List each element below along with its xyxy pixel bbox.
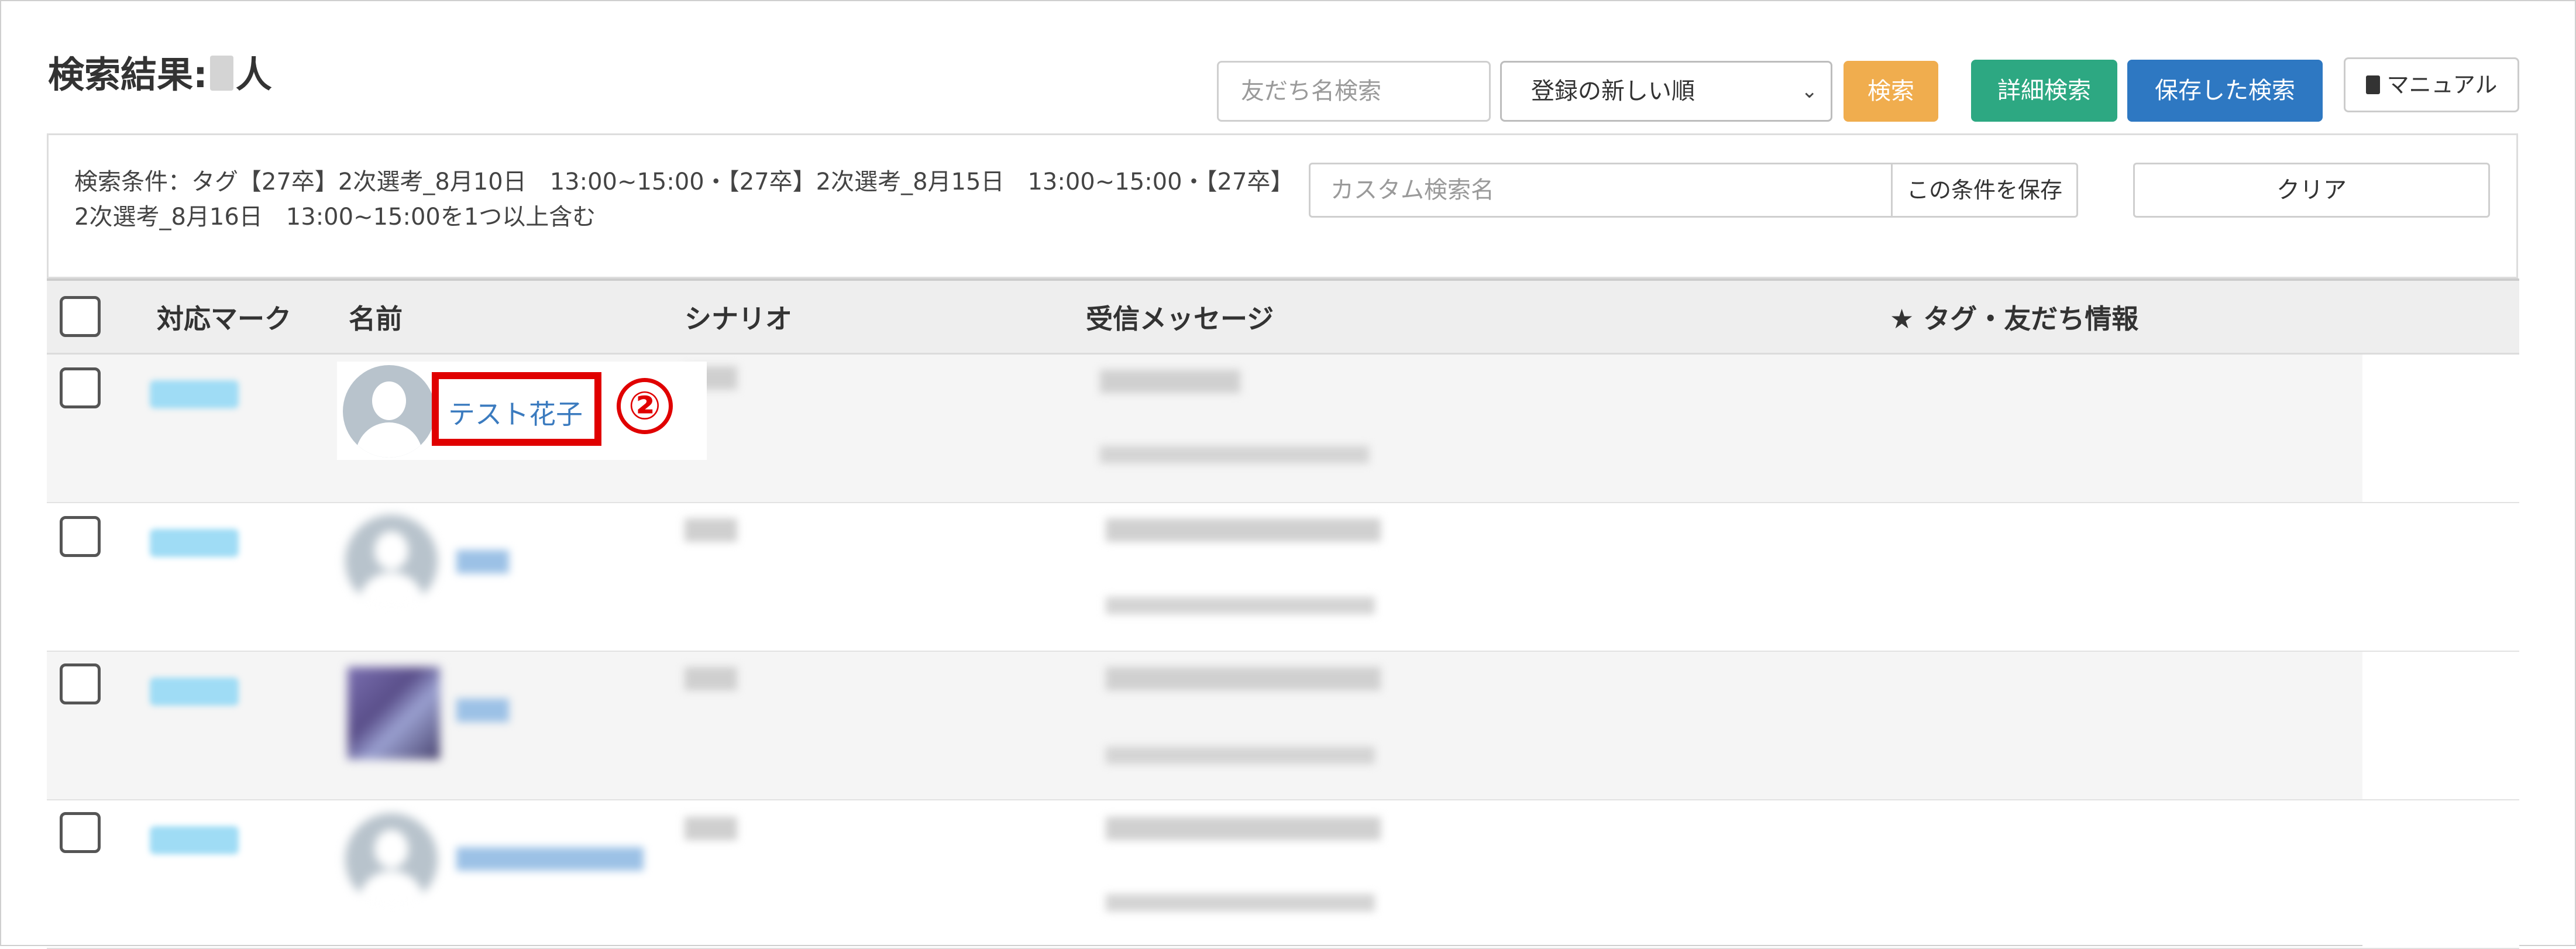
received-message-cell bbox=[1106, 817, 1381, 840]
result-count-masked bbox=[209, 56, 233, 91]
column-header-name[interactable]: 名前 bbox=[349, 281, 403, 357]
page-title-suffix: 人 bbox=[235, 53, 272, 96]
book-icon bbox=[2365, 75, 2380, 94]
column-header-mark[interactable]: 対応マーク bbox=[157, 281, 291, 357]
received-message-cell bbox=[1106, 518, 1381, 542]
table-row bbox=[47, 800, 2519, 949]
friend-name-search-input[interactable]: 友だち名検索 bbox=[1217, 61, 1491, 122]
row-checkbox[interactable] bbox=[60, 812, 101, 853]
page-title-prefix: 検索結果: bbox=[48, 53, 208, 96]
chevron-down-icon: ⌄ bbox=[1801, 80, 1818, 103]
select-all-checkbox[interactable] bbox=[60, 296, 101, 337]
search-input-placeholder: 友だち名検索 bbox=[1241, 78, 1381, 105]
manual-button-label: マニュアル bbox=[2386, 72, 2498, 98]
custom-search-name-placeholder: カスタム検索名 bbox=[1330, 177, 1494, 204]
search-button-label: 検索 bbox=[1867, 78, 1914, 105]
search-conditions-text: 検索条件：タグ【27卒】2次選考_8月10日 13:00~15:00・【27卒】… bbox=[74, 169, 1294, 231]
friend-name-link[interactable] bbox=[456, 699, 509, 722]
advanced-search-button-label: 詳細検索 bbox=[1997, 77, 2091, 104]
received-message-cell bbox=[1106, 667, 1381, 690]
received-timestamp bbox=[1106, 747, 1375, 764]
avatar bbox=[345, 515, 438, 607]
received-message-cell bbox=[1100, 370, 1240, 393]
column-header-tags-friend-info[interactable]: ★ タグ・友だち情報 bbox=[1890, 281, 2138, 357]
table-header: 対応マーク 名前 シナリオ 受信メッセージ ★ タグ・友だち情報 bbox=[47, 278, 2519, 355]
annotation-highlight-box bbox=[432, 372, 601, 446]
avatar bbox=[343, 365, 435, 458]
sort-order-select[interactable]: 登録の新しい順 ⌄ bbox=[1500, 61, 1832, 122]
friend-name-link[interactable] bbox=[456, 847, 644, 871]
column-header-scenario[interactable]: シナリオ bbox=[685, 281, 792, 357]
clear-button-label: クリア bbox=[2276, 177, 2347, 204]
column-header-received-message[interactable]: 受信メッセージ bbox=[1086, 281, 1274, 357]
row-checkbox[interactable] bbox=[60, 367, 101, 408]
clear-button[interactable]: クリア bbox=[2133, 163, 2490, 218]
saved-search-button[interactable]: 保存した検索 bbox=[2127, 60, 2323, 122]
status-badge bbox=[150, 826, 239, 854]
received-timestamp bbox=[1106, 597, 1375, 614]
save-condition-button[interactable]: この条件を保存 bbox=[1891, 163, 2078, 218]
custom-search-name-input[interactable]: カスタム検索名 bbox=[1309, 163, 1893, 218]
save-condition-button-label: この条件を保存 bbox=[1906, 177, 2062, 203]
scenario-cell bbox=[685, 667, 737, 690]
status-badge bbox=[150, 529, 239, 557]
advanced-search-button[interactable]: 詳細検索 bbox=[1971, 60, 2117, 122]
manual-button[interactable]: マニュアル bbox=[2344, 57, 2519, 112]
annotation-step-marker: ② bbox=[617, 378, 673, 434]
sort-order-value: 登録の新しい順 bbox=[1531, 78, 1695, 105]
friend-name-link[interactable] bbox=[456, 550, 509, 573]
row-checkbox[interactable] bbox=[60, 516, 101, 557]
scenario-cell bbox=[685, 518, 737, 542]
table-row bbox=[47, 652, 2519, 800]
scenario-cell bbox=[685, 817, 737, 840]
received-timestamp bbox=[1100, 446, 1369, 463]
avatar bbox=[348, 667, 440, 759]
received-timestamp bbox=[1106, 894, 1375, 912]
row-checkbox[interactable] bbox=[60, 663, 101, 704]
table-row bbox=[47, 503, 2519, 652]
status-badge bbox=[150, 380, 239, 408]
saved-search-button-label: 保存した検索 bbox=[2155, 77, 2295, 104]
search-button[interactable]: 検索 bbox=[1844, 61, 1938, 122]
avatar bbox=[345, 813, 438, 906]
status-badge bbox=[150, 678, 239, 706]
page-title: 検索結果: 人 bbox=[48, 51, 272, 98]
